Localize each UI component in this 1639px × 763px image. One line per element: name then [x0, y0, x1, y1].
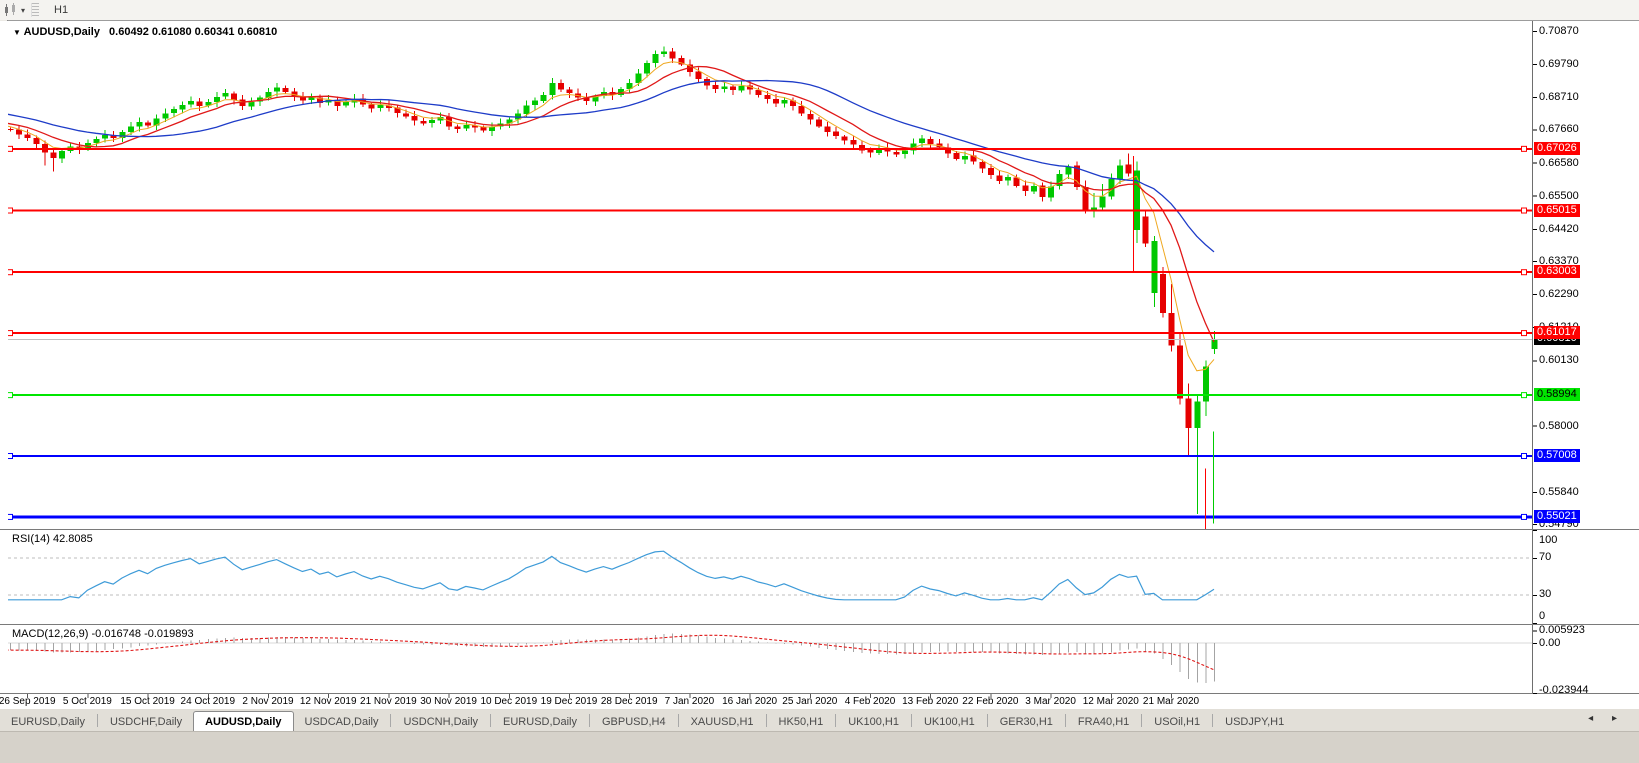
- hline-handle: [8, 330, 13, 337]
- tab-scroll-arrows[interactable]: ◂ ▸: [1588, 713, 1625, 724]
- hline-handle: [1521, 269, 1527, 276]
- tab-divider: [765, 714, 767, 727]
- chart-tab-xauusd-h1[interactable]: XAUUSD,H1: [680, 713, 765, 732]
- chart-tab-hk50-h1[interactable]: HK50,H1: [768, 713, 835, 732]
- mt4-window: ▾ M1M5M15M30H1H4D1W1MN ▼ AUDUSD,Daily 0.…: [0, 0, 1639, 763]
- tab-divider: [390, 714, 392, 727]
- hline-handle: [8, 513, 13, 520]
- chart-tab-usdcad-daily[interactable]: USDCAD,Daily: [294, 713, 390, 732]
- chart-tab-ger30-h1[interactable]: GER30,H1: [989, 713, 1064, 732]
- tab-divider: [1212, 714, 1214, 727]
- hline-handle: [1521, 145, 1527, 152]
- hline-handle: [1521, 207, 1527, 214]
- chart-canvas[interactable]: [0, 0, 1639, 763]
- hline-handle: [8, 145, 13, 152]
- chart-tab-gbpusd-h4[interactable]: GBPUSD,H4: [591, 713, 677, 732]
- chart-tab-eurusd-daily[interactable]: EURUSD,Daily: [492, 713, 588, 732]
- tab-divider: [490, 714, 492, 727]
- hline-handle: [1521, 392, 1527, 399]
- tab-divider: [1064, 714, 1066, 727]
- hline-handle: [1521, 513, 1527, 520]
- hline-handle: [1521, 453, 1527, 460]
- tab-divider: [589, 714, 590, 727]
- tab-divider: [96, 714, 98, 727]
- tab-divider: [910, 714, 912, 727]
- chart-tab-eurusd-daily[interactable]: EURUSD,Daily: [0, 713, 96, 732]
- chart-tab-usdchf-daily[interactable]: USDCHF,Daily: [99, 713, 193, 732]
- tab-divider: [986, 714, 988, 727]
- chart-tab-usdcnh-daily[interactable]: USDCNH,Daily: [392, 713, 489, 732]
- hline-handle: [8, 269, 13, 276]
- chart-tab-fra40-h1[interactable]: FRA40,H1: [1067, 713, 1140, 732]
- tab-divider: [835, 714, 837, 727]
- hline-handle: [8, 207, 13, 214]
- chart-tab-uk100-h1[interactable]: UK100,H1: [837, 713, 910, 732]
- tab-divider: [1141, 714, 1143, 727]
- hline-handle: [1521, 330, 1527, 337]
- chart-tab-usdjpy-h1[interactable]: USDJPY,H1: [1214, 713, 1295, 732]
- chart-tab-uk100-h1[interactable]: UK100,H1: [913, 713, 986, 732]
- chart-tab-bar: EURUSD,Daily USDCHF,Daily AUDUSD,Daily USDC…: [0, 708, 1639, 732]
- tab-divider: [677, 714, 679, 727]
- chart-tab-usoil-h1[interactable]: USOil,H1: [1143, 713, 1211, 732]
- hline-handle: [8, 453, 13, 460]
- status-strip: [0, 731, 1639, 763]
- hline-handle: [8, 392, 13, 399]
- chart-tab-audusd-daily[interactable]: AUDUSD,Daily: [193, 711, 294, 732]
